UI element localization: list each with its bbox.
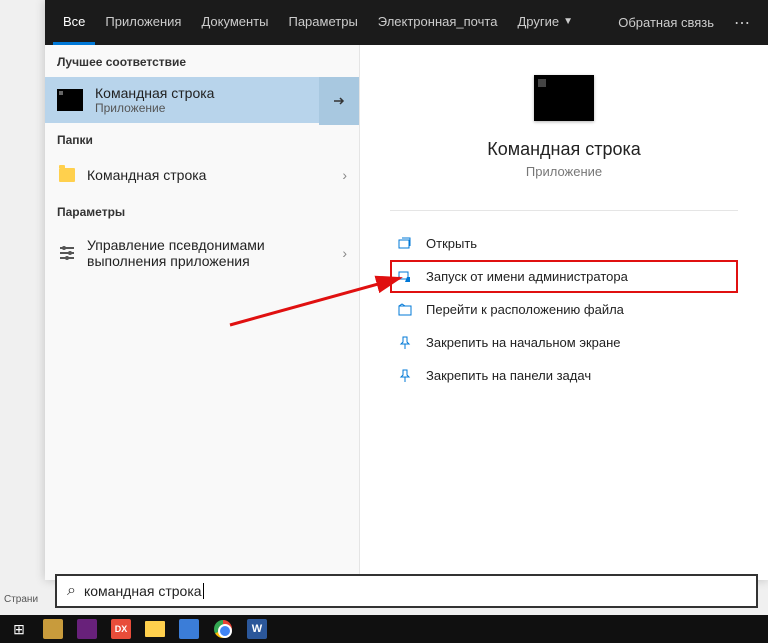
best-match-header: Лучшее соответствие — [45, 45, 359, 77]
divider — [390, 210, 738, 211]
folder-result[interactable]: Командная строка › — [45, 155, 359, 195]
location-icon — [396, 303, 414, 317]
action-pin-taskbar[interactable]: Закрепить на панели задач — [390, 359, 738, 392]
best-match-result[interactable]: Командная строка Приложение — [45, 77, 359, 123]
pin-start-icon — [396, 336, 414, 350]
tab-params[interactable]: Параметры — [278, 0, 367, 45]
page-label: Страни — [4, 594, 38, 605]
feedback-link[interactable]: Обратная связь — [608, 3, 724, 42]
search-bar[interactable]: ⌕ командная строка — [55, 574, 758, 608]
action-run-admin[interactable]: Запуск от имени администратора — [390, 260, 738, 293]
search-query: командная строка — [84, 583, 202, 599]
taskbar-app-explorer[interactable] — [140, 617, 170, 641]
open-icon — [396, 237, 414, 251]
preview-subtitle: Приложение — [380, 164, 748, 179]
pin-taskbar-icon — [396, 369, 414, 383]
text-cursor — [203, 583, 204, 599]
taskbar-app-word[interactable]: W — [242, 617, 272, 641]
best-match-subtitle: Приложение — [95, 101, 347, 115]
chevron-down-icon: ▼ — [563, 16, 573, 27]
sliders-icon — [60, 247, 74, 259]
tab-all[interactable]: Все — [53, 0, 95, 45]
search-window: Все Приложения Документы Параметры Элект… — [45, 0, 768, 580]
tab-email[interactable]: Электронная_почта — [368, 0, 508, 45]
search-icon: ⌕ — [67, 582, 76, 600]
action-go-location[interactable]: Перейти к расположению файла — [390, 293, 738, 326]
folder-label: Командная строка — [87, 167, 342, 183]
folder-icon — [59, 168, 75, 182]
arrow-right-icon — [331, 93, 347, 109]
tab-bar: Все Приложения Документы Параметры Элект… — [45, 0, 768, 45]
chevron-right-icon: › — [342, 167, 347, 183]
taskbar-app-vs[interactable] — [72, 617, 102, 641]
taskbar-app-chrome[interactable] — [208, 617, 238, 641]
best-match-title: Командная строка — [95, 85, 347, 101]
taskbar-app-generic[interactable] — [174, 617, 204, 641]
action-pin-start[interactable]: Закрепить на начальном экране — [390, 326, 738, 359]
preview-title: Командная строка — [380, 139, 748, 160]
tab-other[interactable]: Другие▼ — [507, 0, 583, 45]
tab-docs[interactable]: Документы — [191, 0, 278, 45]
taskbar-app-dx[interactable]: DX — [106, 617, 136, 641]
settings-result[interactable]: Управление псевдонимами выполнения прило… — [45, 227, 359, 279]
folders-header: Папки — [45, 123, 359, 155]
expand-arrow-button[interactable] — [319, 77, 359, 125]
content-area: Лучшее соответствие Командная строка При… — [45, 45, 768, 580]
chevron-right-icon: › — [342, 245, 347, 261]
action-open[interactable]: Открыть — [390, 227, 738, 260]
settings-header: Параметры — [45, 195, 359, 227]
taskbar: ⊞ DX W — [0, 615, 768, 643]
taskbar-app-lol[interactable] — [38, 617, 68, 641]
preview-panel: Командная строка Приложение Открыть Запу… — [360, 45, 768, 580]
more-icon[interactable]: ⋯ — [724, 13, 760, 33]
results-panel: Лучшее соответствие Командная строка При… — [45, 45, 360, 580]
settings-label: Управление псевдонимами выполнения прило… — [87, 237, 342, 269]
tab-apps[interactable]: Приложения — [95, 0, 191, 45]
cmd-icon — [57, 89, 83, 111]
admin-icon — [396, 270, 414, 284]
preview-cmd-icon — [534, 75, 594, 121]
start-button[interactable]: ⊞ — [4, 617, 34, 641]
